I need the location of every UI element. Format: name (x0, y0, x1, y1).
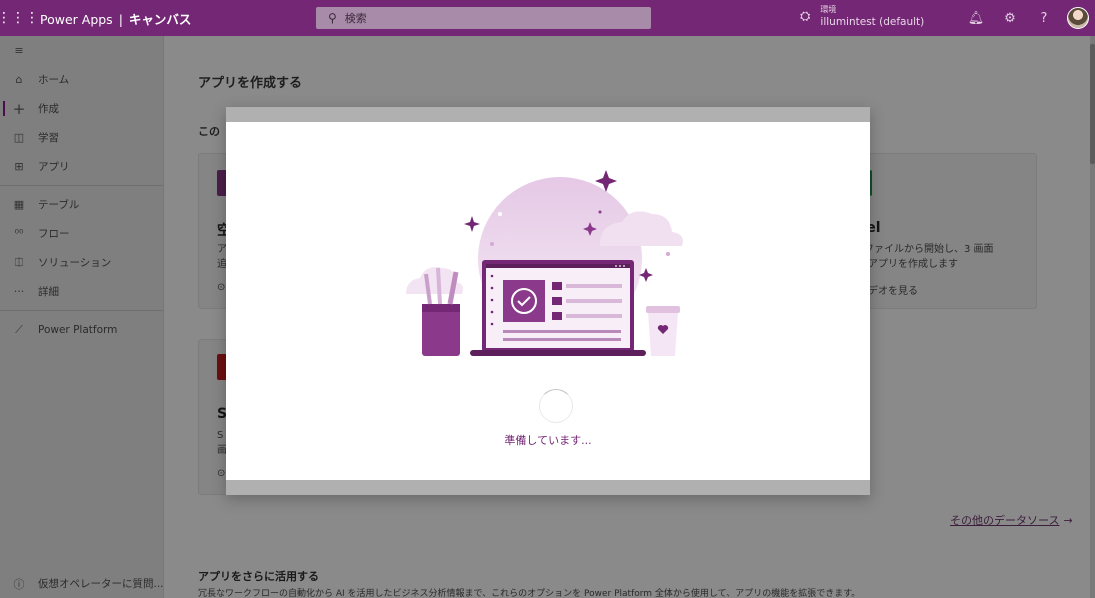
sidebar-item-label: Power Platform (38, 323, 118, 336)
hamburger-icon: ≡ (14, 44, 24, 57)
help-icon[interactable]: ? (1027, 11, 1061, 26)
play-video-icon[interactable]: ⊙ (217, 282, 225, 293)
power-platform-icon: ⟋ (15, 322, 23, 336)
nav-divider (0, 310, 163, 311)
app-title: Power Apps | キャンバス (40, 9, 191, 28)
more-data-sources-label: その他のデータソース (950, 514, 1060, 527)
loading-spinner (539, 389, 573, 423)
sidebar-item-label: ホーム (38, 74, 70, 86)
loading-dialog: 準備しています... (226, 122, 870, 480)
flow-icon: ⁰⁰ (14, 227, 24, 240)
sidebar-item-learn[interactable]: ◫ 学習 (0, 123, 163, 152)
solution-icon: ⎅ (14, 255, 24, 269)
environment-label: 環境 (820, 5, 837, 14)
loading-message: 準備しています... (504, 434, 592, 447)
book-icon: ◫ (13, 131, 25, 144)
play-video-icon[interactable]: ⊙ (217, 468, 225, 479)
environment-picker[interactable]: ⛭ 環境 illumintest (default) (800, 4, 924, 28)
environment-name: illumintest (default) (820, 16, 925, 28)
page-title: アプリを作成する (198, 76, 303, 91)
section-heading-start: この (198, 125, 220, 138)
home-icon: ⌂ (15, 73, 23, 86)
page-scrollbar[interactable] (1090, 36, 1095, 598)
settings-gear-icon[interactable]: ⚙ (993, 11, 1027, 26)
top-bar-actions: 🔔︎ ⚙ ? (959, 0, 1095, 36)
notification-bell-icon[interactable]: 🔔︎ (959, 11, 993, 26)
search-input[interactable]: ⚲ 検索 (316, 7, 651, 29)
sidebar-item-label: アプリ (38, 161, 70, 173)
sidebar-item-more[interactable]: ··· 詳細 (0, 277, 163, 306)
sidebar-item-power-platform[interactable]: ⟋ Power Platform (0, 315, 163, 344)
app-launcher-waffle-icon[interactable]: ⋮⋮⋮ (0, 0, 39, 36)
sidebar-item-label: ソリューション (38, 257, 112, 269)
excel-app-card[interactable]: cel l ファイルから開始し、3 画面 のアプリを作成します ビデオを見る (845, 153, 1037, 309)
section-description-advance: 冗長なワークフローの自動化から AI を活用したビジネス分析情報まで、これらのオ… (198, 589, 861, 598)
sidebar-item-label: フロー (38, 228, 70, 240)
plus-icon: + (12, 99, 26, 118)
sidebar-item-label: 作成 (38, 103, 59, 115)
top-bar: ⋮⋮⋮ Power Apps | キャンバス ⚲ 検索 ⛭ 環境 illuminte… (0, 0, 1095, 36)
laptop-illustration (406, 170, 683, 356)
more-icon: ··· (13, 285, 25, 298)
section-heading-advance: アプリをさらに活用する (198, 570, 319, 583)
search-placeholder: 検索 (344, 12, 367, 25)
search-icon: ⚲ (328, 11, 337, 25)
sidebar-item-tables[interactable]: ▦ テーブル (0, 190, 163, 219)
sidebar-item-solutions[interactable]: ⎅ ソリューション (0, 248, 163, 277)
sidebar-item-label: テーブル (38, 199, 80, 211)
scrollbar-thumb[interactable] (1090, 44, 1095, 164)
user-avatar[interactable] (1067, 7, 1089, 29)
virtual-agent-label: 仮想オペレーターに質問... (38, 578, 164, 590)
app-mode: キャンバス (128, 11, 192, 27)
environment-text: 環境 illumintest (default) (820, 4, 924, 28)
arrow-right-icon: → (1063, 514, 1073, 527)
nav-collapse-button[interactable]: ≡ (0, 36, 163, 65)
question-circle-icon: ⓘ (13, 577, 25, 591)
apps-icon: ⊞ (14, 160, 24, 173)
table-icon: ▦ (13, 198, 25, 211)
app-name: Power Apps (40, 11, 113, 27)
nav-bottom: ⓘ 仮想オペレーターに質問... (0, 569, 164, 598)
environment-icon: ⛭ (800, 8, 811, 24)
sidebar-item-create[interactable]: + 作成 (0, 94, 163, 123)
more-data-sources-link[interactable]: その他のデータソース → (950, 512, 1073, 528)
sidebar-item-label: 詳細 (38, 286, 59, 298)
title-separator: | (118, 11, 123, 27)
sidebar-item-home[interactable]: ⌂ ホーム (0, 65, 163, 94)
sidebar-item-label: 学習 (38, 132, 59, 144)
card-description: l ファイルから開始し、3 画面 のアプリを作成します (858, 244, 994, 270)
nav-divider (0, 185, 163, 186)
left-navigation: ≡ ⌂ ホーム + 作成 ◫ 学習 ⊞ アプリ ▦ テーブル ⁰⁰ フロー ⎅ ソリューション… (0, 36, 164, 598)
sidebar-item-flows[interactable]: ⁰⁰ フロー (0, 219, 163, 248)
sidebar-item-apps[interactable]: ⊞ アプリ (0, 152, 163, 181)
virtual-agent-button[interactable]: ⓘ 仮想オペレーターに質問... (0, 569, 164, 598)
